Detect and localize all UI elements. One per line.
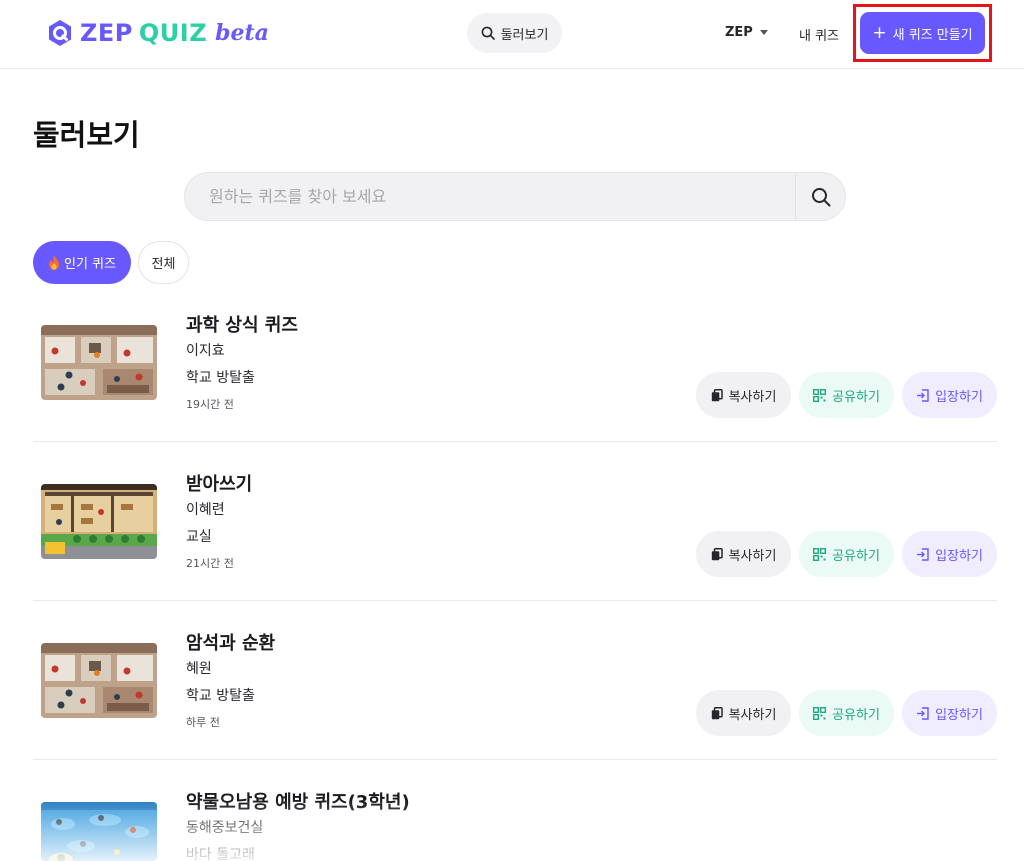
share-button[interactable]: 공유하기	[799, 690, 894, 736]
enter-button[interactable]: 입장하기	[902, 690, 997, 736]
qr-code-icon	[813, 547, 827, 561]
my-quiz-link[interactable]: 내 퀴즈	[799, 25, 839, 44]
quiz-author: 이혜련	[186, 502, 225, 518]
quiz-map-name: 교실	[186, 529, 212, 545]
enter-button-label: 입장하기	[935, 707, 983, 723]
logo-q-icon	[49, 20, 71, 46]
quiz-author: 이지효	[186, 343, 225, 359]
copy-icon	[711, 547, 723, 560]
quiz-thumbnail	[41, 325, 157, 400]
quiz-map-name: 바다 돌고래	[186, 847, 255, 861]
share-button[interactable]: 공유하기	[799, 531, 894, 577]
enter-button-label: 입장하기	[935, 389, 983, 405]
search-input[interactable]	[185, 173, 797, 220]
quiz-time: 21시간 전	[186, 557, 234, 570]
logo-wordmark: ZEP QUIZ	[80, 19, 208, 47]
zep-menu-label: ZEP	[725, 25, 753, 40]
page-title: 둘러보기	[33, 118, 140, 152]
qr-code-icon	[813, 706, 827, 720]
new-quiz-label: 새 퀴즈 만들기	[892, 27, 973, 43]
zep-quiz-logo[interactable]: ZEP QUIZ beta	[46, 18, 269, 48]
quiz-list-item[interactable]: 받아쓰기 이혜련 교실 21시간 전 복사하기 공유하기 입장하기	[33, 442, 997, 601]
share-button-label: 공유하기	[832, 707, 880, 723]
search-submit-button[interactable]	[795, 173, 845, 220]
chevron-down-icon	[759, 30, 768, 35]
browse-nav-button[interactable]: 둘러보기	[467, 13, 562, 53]
quiz-title[interactable]: 약물오남용 예방 퀴즈(3학년)	[186, 788, 410, 814]
copy-button-label: 복사하기	[728, 707, 777, 723]
enter-button-label: 입장하기	[935, 548, 983, 564]
quiz-title[interactable]: 받아쓰기	[186, 470, 252, 496]
quiz-list-item[interactable]: 약물오남용 예방 퀴즈(3학년) 동해중보건실 바다 돌고래	[33, 760, 997, 861]
logo-beta-tag: beta	[215, 20, 269, 46]
plus-icon: +	[872, 22, 887, 43]
share-button-label: 공유하기	[832, 548, 880, 564]
enter-door-icon	[917, 388, 929, 402]
search-icon	[481, 26, 495, 40]
copy-button[interactable]: 복사하기	[696, 690, 791, 736]
enter-button[interactable]: 입장하기	[902, 372, 997, 418]
quiz-author: 동해중보건실	[186, 820, 264, 836]
filter-popular-chip[interactable]: 인기 퀴즈	[33, 241, 131, 284]
quiz-author: 혜원	[186, 661, 212, 677]
copy-button[interactable]: 복사하기	[696, 372, 791, 418]
quiz-search-bar	[184, 172, 846, 221]
new-quiz-button[interactable]: + 새 퀴즈 만들기	[860, 12, 985, 54]
qr-code-icon	[813, 388, 827, 402]
filter-all-chip[interactable]: 전체	[138, 241, 189, 284]
quiz-list-item[interactable]: 암석과 순환 혜원 학교 방탈출 하루 전 복사하기 공유하기 입장하기	[33, 601, 997, 760]
quiz-title[interactable]: 암석과 순환	[186, 629, 275, 655]
copy-icon	[711, 706, 723, 719]
top-navbar: ZEP QUIZ beta 둘러보기 ZEP 내 퀴즈 + 새 퀴즈 만들기	[0, 0, 1024, 69]
browse-nav-label: 둘러보기	[500, 27, 549, 43]
zep-menu-dropdown[interactable]: ZEP	[725, 25, 768, 40]
share-button[interactable]: 공유하기	[799, 372, 894, 418]
quiz-thumbnail	[41, 643, 157, 718]
quiz-map-name: 학교 방탈출	[186, 370, 255, 386]
fire-icon	[49, 255, 59, 270]
quiz-map-name: 학교 방탈출	[186, 688, 255, 704]
quiz-title[interactable]: 과학 상식 퀴즈	[186, 311, 298, 337]
search-icon	[811, 187, 830, 206]
new-quiz-highlight-box: + 새 퀴즈 만들기	[853, 4, 992, 62]
enter-door-icon	[917, 706, 929, 720]
copy-button-label: 복사하기	[728, 389, 777, 405]
enter-door-icon	[917, 547, 929, 561]
quiz-time: 19시간 전	[186, 398, 234, 411]
quiz-thumbnail	[41, 484, 157, 559]
copy-button[interactable]: 복사하기	[696, 531, 791, 577]
quiz-list-item[interactable]: 과학 상식 퀴즈 이지효 학교 방탈출 19시간 전 복사하기 공유하기 입장하…	[33, 283, 997, 442]
enter-button[interactable]: 입장하기	[902, 531, 997, 577]
quiz-time: 하루 전	[186, 716, 220, 729]
share-button-label: 공유하기	[832, 389, 880, 405]
copy-button-label: 복사하기	[728, 548, 777, 564]
quiz-thumbnail	[41, 802, 157, 861]
copy-icon	[711, 388, 723, 401]
filter-popular-label: 인기 퀴즈	[64, 257, 116, 272]
